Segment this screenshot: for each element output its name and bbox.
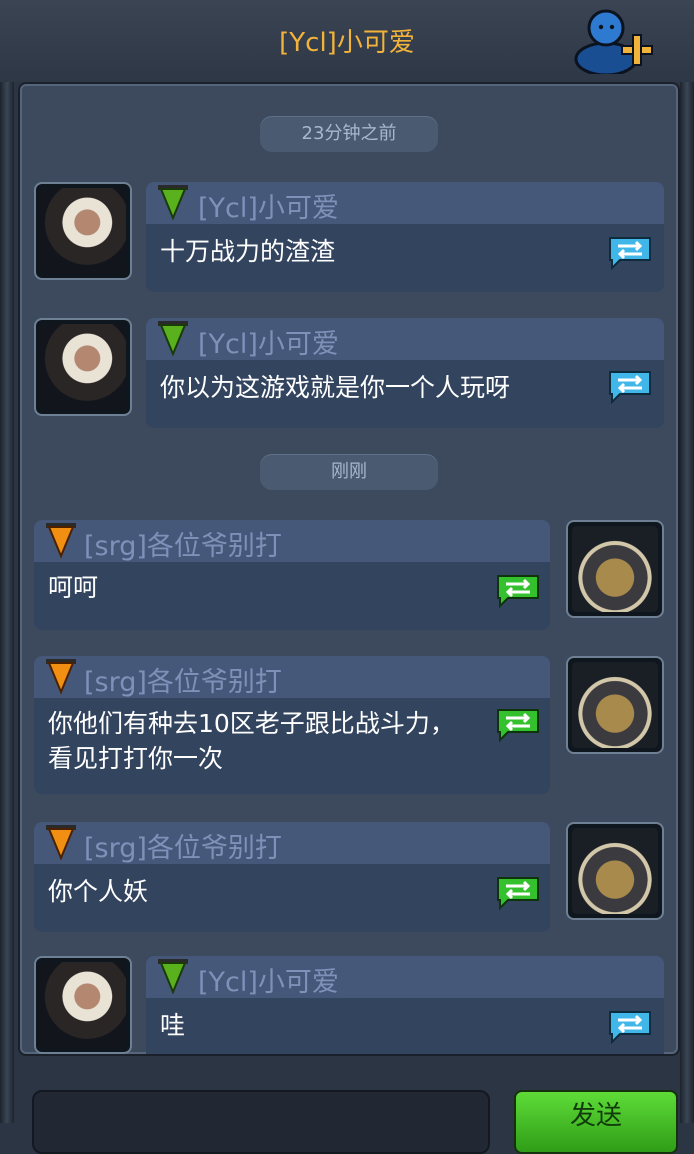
sender-name: [srg]各位爷别打 bbox=[84, 667, 282, 698]
message-text: 你以为这游戏就是你一个人玩呀 bbox=[160, 373, 511, 402]
green-rank-badge-icon bbox=[158, 959, 188, 995]
sender-avatar[interactable] bbox=[34, 318, 132, 416]
message-input[interactable] bbox=[32, 1090, 490, 1154]
sender-avatar[interactable] bbox=[566, 656, 664, 754]
add-friend-button[interactable] bbox=[572, 4, 656, 77]
green-rank-badge-icon bbox=[158, 321, 188, 357]
share-icon[interactable] bbox=[494, 874, 542, 910]
sender-avatar[interactable] bbox=[34, 956, 132, 1054]
add-friend-icon bbox=[574, 9, 653, 77]
message-header: [Ycl]小可爱 bbox=[146, 956, 664, 998]
sender-avatar[interactable] bbox=[566, 822, 664, 920]
message-text: 哇 bbox=[160, 1011, 186, 1040]
share-icon[interactable] bbox=[494, 706, 542, 742]
message-bubble: [srg]各位爷别打 你个人妖 bbox=[34, 822, 550, 932]
message-bubble: [Ycl]小可爱 哇 bbox=[146, 956, 664, 1054]
share-icon[interactable] bbox=[606, 1008, 654, 1044]
orange-rank-badge-icon bbox=[46, 523, 76, 559]
message-text: 十万战力的渣渣 bbox=[160, 237, 336, 266]
message-text-line-2: 看见打打你一次 bbox=[48, 744, 224, 773]
message-header: [Ycl]小可爱 bbox=[146, 318, 664, 360]
message-text-line-1: 你他们有种去10区老子跟比战斗力， bbox=[48, 709, 455, 738]
chat-panel[interactable]: 23分钟之前 [Ycl]小可爱 十万战力的渣渣 [Ycl]小可爱 你以为这游戏就… bbox=[18, 82, 680, 1056]
chat-header: [Ycl]小可爱 bbox=[0, 0, 694, 82]
timestamp-pill: 23分钟之前 bbox=[260, 116, 438, 152]
right-frame bbox=[680, 0, 694, 1123]
message-bubble: [srg]各位爷别打 呵呵 bbox=[34, 520, 550, 630]
message-bubble: [Ycl]小可爱 你以为这游戏就是你一个人玩呀 bbox=[146, 318, 664, 428]
send-button[interactable]: 发送 bbox=[514, 1090, 678, 1154]
left-frame bbox=[0, 0, 14, 1123]
sender-name: [Ycl]小可爱 bbox=[198, 967, 339, 998]
message-bubble: [Ycl]小可爱 十万战力的渣渣 bbox=[146, 182, 664, 292]
message-header: [srg]各位爷别打 bbox=[34, 656, 550, 698]
message-header: [srg]各位爷别打 bbox=[34, 520, 550, 562]
sender-name: [srg]各位爷别打 bbox=[84, 531, 282, 562]
share-icon[interactable] bbox=[606, 368, 654, 404]
timestamp-pill: 刚刚 bbox=[260, 454, 438, 490]
message-bubble: [srg]各位爷别打 你他们有种去10区老子跟比战斗力， 看见打打你一次 bbox=[34, 656, 550, 794]
sender-name: [Ycl]小可爱 bbox=[198, 329, 339, 360]
orange-rank-badge-icon bbox=[46, 659, 76, 695]
sender-name: [Ycl]小可爱 bbox=[198, 193, 339, 224]
message-header: [srg]各位爷别打 bbox=[34, 822, 550, 864]
green-rank-badge-icon bbox=[158, 185, 188, 221]
share-icon[interactable] bbox=[494, 572, 542, 608]
message-text: 呵呵 bbox=[48, 573, 99, 602]
orange-rank-badge-icon bbox=[46, 825, 76, 861]
sender-avatar[interactable] bbox=[566, 520, 664, 618]
message-text: 你个人妖 bbox=[48, 877, 149, 906]
sender-name: [srg]各位爷别打 bbox=[84, 833, 282, 864]
message-header: [Ycl]小可爱 bbox=[146, 182, 664, 224]
sender-avatar[interactable] bbox=[34, 182, 132, 280]
share-icon[interactable] bbox=[606, 234, 654, 270]
